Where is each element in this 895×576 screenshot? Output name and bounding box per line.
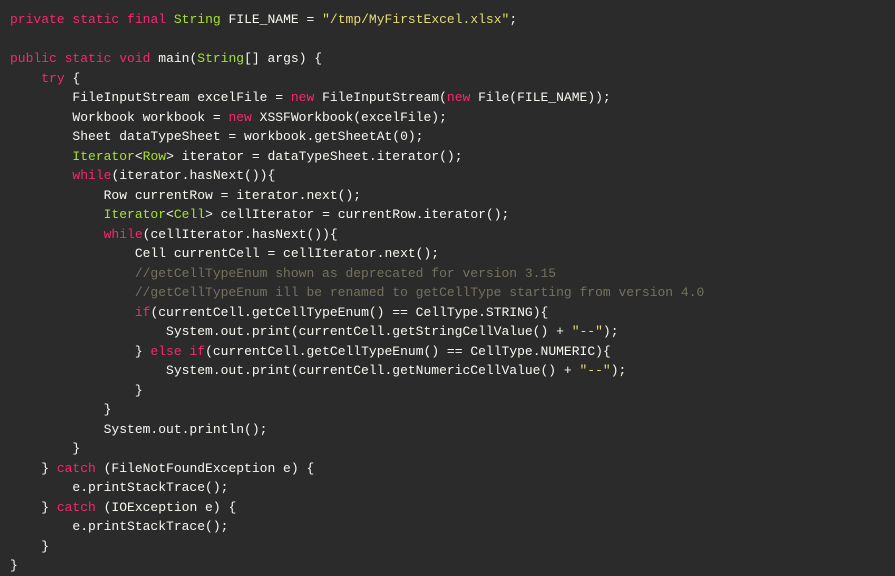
keyword-new: new	[447, 90, 470, 105]
keyword-new: new	[228, 110, 251, 125]
code-text: <	[135, 149, 143, 164]
string-literal: "--"	[580, 363, 611, 378]
code-text: [] args) {	[244, 51, 322, 66]
code-text: (iterator.hasNext()){	[111, 168, 275, 183]
type-iterator: Iterator	[104, 207, 166, 222]
type-cell: Cell	[174, 207, 205, 222]
string-literal: "--"	[572, 324, 603, 339]
type-iterator: Iterator	[72, 149, 134, 164]
keyword-private: private	[10, 12, 65, 27]
keyword-public: public	[10, 51, 57, 66]
code-text: (IOException e) {	[96, 500, 236, 515]
keyword-if: if	[135, 305, 151, 320]
code-text: > cellIterator = currentRow.iterator();	[205, 207, 509, 222]
code-text: }	[10, 441, 80, 456]
code-text: );	[603, 324, 619, 339]
code-text: );	[611, 363, 627, 378]
code-text: FileInputStream(	[314, 90, 447, 105]
code-text: Cell currentCell = cellIterator.next();	[10, 246, 439, 261]
type-string: String	[197, 51, 244, 66]
code-text: File(FILE_NAME));	[470, 90, 610, 105]
keyword-catch: catch	[57, 461, 96, 476]
keyword-new: new	[291, 90, 314, 105]
code-text: }	[10, 402, 111, 417]
code-text: main(	[150, 51, 197, 66]
code-text: }	[10, 461, 57, 476]
code-text: e.printStackTrace();	[10, 480, 228, 495]
code-text: (currentCell.getCellTypeEnum() == CellTy…	[205, 344, 611, 359]
keyword-static: static	[72, 12, 119, 27]
code-text: Row currentRow = iterator.next();	[10, 188, 361, 203]
string-literal: "/tmp/MyFirstExcel.xlsx"	[322, 12, 509, 27]
code-text: > iterator = dataTypeSheet.iterator();	[166, 149, 462, 164]
code-text: FileInputStream excelFile =	[10, 90, 291, 105]
code-text: XSSFWorkbook(excelFile);	[252, 110, 447, 125]
keyword-try: try	[41, 71, 64, 86]
code-text: ;	[509, 12, 517, 27]
code-text: System.out.print(currentCell.getStringCe…	[10, 324, 572, 339]
code-text: }	[10, 383, 143, 398]
code-text: Sheet dataTypeSheet = workbook.getSheetA…	[10, 129, 423, 144]
code-text: e.printStackTrace();	[10, 519, 228, 534]
keyword-while: while	[104, 227, 143, 242]
code-text: (cellIterator.hasNext()){	[143, 227, 338, 242]
comment: //getCellTypeEnum ill be renamed to getC…	[10, 285, 704, 300]
keyword-while: while	[72, 168, 111, 183]
type-string: String	[174, 12, 221, 27]
code-text: (currentCell.getCellTypeEnum() == CellTy…	[150, 305, 548, 320]
comment: //getCellTypeEnum shown as deprecated fo…	[10, 266, 556, 281]
code-text: (FileNotFoundException e) {	[96, 461, 314, 476]
code-text: }	[10, 558, 18, 573]
code-text: Workbook workbook =	[10, 110, 228, 125]
type-row: Row	[143, 149, 166, 164]
code-text: System.out.print(currentCell.getNumericC…	[10, 363, 580, 378]
code-text: }	[10, 344, 150, 359]
code-text: }	[10, 500, 57, 515]
code-text: {	[65, 71, 81, 86]
keyword-final: final	[127, 12, 166, 27]
keyword-catch: catch	[57, 500, 96, 515]
code-text: FILE_NAME =	[221, 12, 322, 27]
keyword-else: else	[150, 344, 181, 359]
keyword-if: if	[189, 344, 205, 359]
code-block: private static final String FILE_NAME = …	[10, 10, 885, 576]
code-text: }	[10, 539, 49, 554]
code-text: <	[166, 207, 174, 222]
code-text: System.out.println();	[10, 422, 267, 437]
keyword-void: void	[119, 51, 150, 66]
keyword-static: static	[65, 51, 112, 66]
